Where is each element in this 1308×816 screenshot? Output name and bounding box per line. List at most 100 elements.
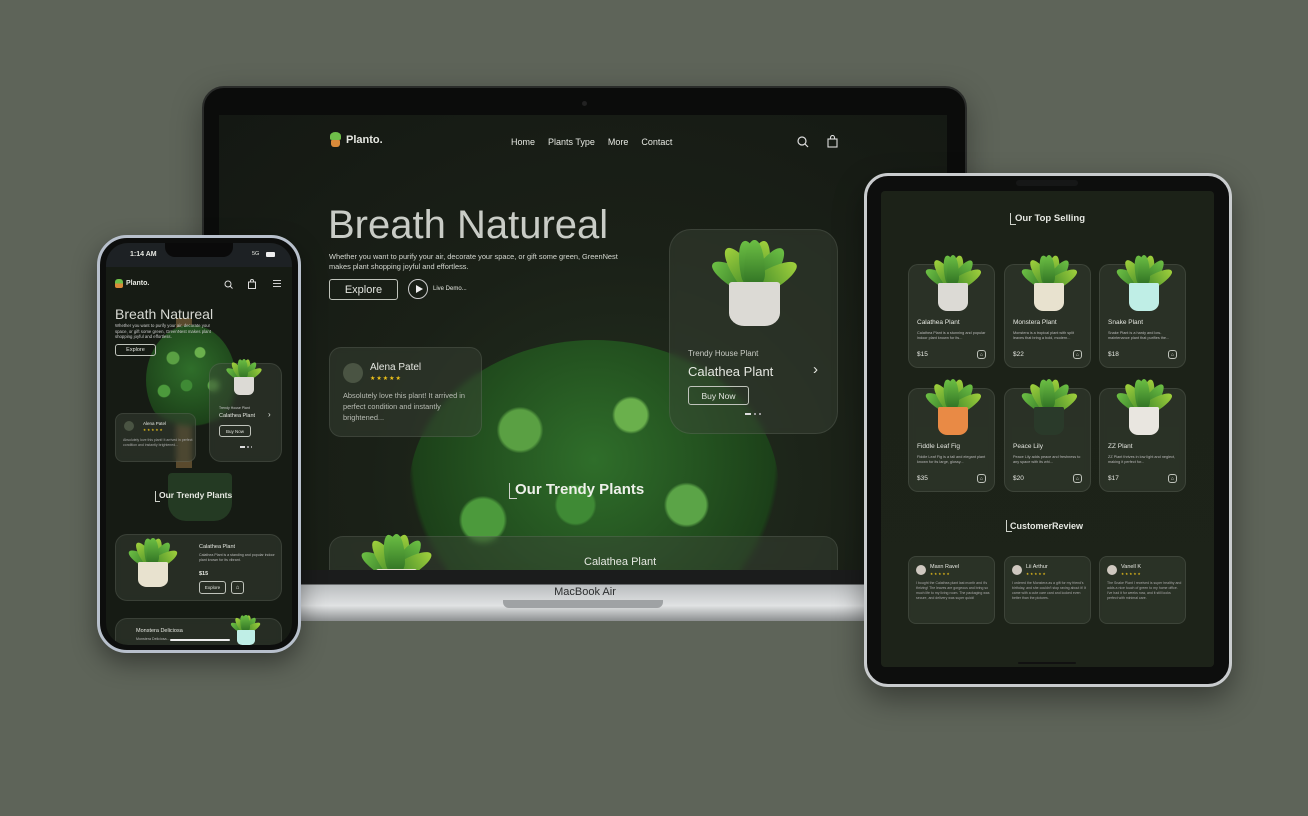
review-text: The Snake Plant I received is super heal… (1107, 581, 1182, 600)
review-card: Alena Patel ★★★★★ Absolutely love this p… (329, 347, 482, 437)
product-subtitle: Trendy House Plant (219, 406, 250, 410)
hero-description: Whether you want to purify your air, dec… (115, 323, 212, 340)
customer-review-title: CustomerReview (1010, 521, 1084, 531)
pot (1128, 282, 1160, 311)
carousel-dots[interactable] (745, 413, 761, 415)
plant-card-name: Calathea Plant (199, 544, 236, 550)
plant-logo-icon (115, 279, 123, 288)
network-indicator: 5G (252, 251, 260, 257)
buy-now-button[interactable]: Buy Now (688, 386, 749, 405)
product-image (1014, 360, 1084, 435)
hero-title: Breath Natureal (328, 203, 609, 247)
product-description: ZZ Plant thrives in low light and neglec… (1108, 455, 1176, 465)
cart-icon[interactable]: ⌂ (1168, 350, 1177, 359)
explore-button[interactable]: Explore (115, 344, 156, 356)
plant-card-price: $15 (199, 571, 209, 577)
live-demo-link[interactable]: Live Demo... (433, 286, 467, 292)
section-title: Our Trendy Plants (515, 481, 645, 498)
rating-stars: ★★★★★ (1026, 572, 1047, 576)
rating-stars: ★★★★★ (143, 428, 164, 432)
explore-button[interactable]: Explore (329, 279, 398, 300)
product-description: Peace Lily adds peace and freshness to a… (1013, 455, 1081, 465)
shopping-bag-icon[interactable] (248, 279, 256, 289)
snake-plant-image (226, 605, 266, 645)
tablet-screen: Our Top Selling Calathea Plant Calathea … (881, 191, 1214, 667)
monstera-plant-image (120, 521, 186, 587)
status-time: 1:14 AM (130, 251, 157, 258)
product-name: Calathea Plant (917, 319, 960, 326)
pot (1128, 406, 1160, 435)
cart-icon[interactable]: ⌂ (1168, 474, 1177, 483)
avatar (343, 363, 363, 383)
leaf (1137, 254, 1151, 287)
chevron-right-icon[interactable]: › (813, 361, 818, 378)
leaf (1137, 378, 1151, 411)
leaf (1042, 378, 1056, 411)
product-image (1109, 236, 1179, 311)
cart-icon[interactable]: ⌂ (231, 581, 244, 594)
shopping-bag-icon[interactable] (827, 135, 838, 148)
plant-logo-icon (329, 132, 342, 147)
review-text: Absolutely love this plant! It arrived i… (343, 391, 466, 422)
review-text: Absolutely love this plant! It arrived i… (123, 438, 193, 447)
phone-screen: 1:14 AM 5G Planto. Breath Natureal Wheth… (106, 243, 292, 645)
reviewer-name: Maxn Ravel (930, 564, 960, 570)
product-name: Calathea Plant (219, 413, 256, 419)
monstera-plant-image (349, 510, 444, 570)
logo[interactable]: Planto. (115, 279, 149, 288)
search-icon[interactable] (224, 280, 233, 289)
pot (1033, 282, 1065, 311)
section-title: Our Trendy Plants (159, 490, 233, 500)
pot (237, 629, 255, 645)
reviewer-name: Vanell K (1121, 564, 1142, 570)
product-name: Calathea Plant (688, 364, 774, 379)
rating-stars: ★★★★★ (930, 572, 951, 576)
chevron-right-icon[interactable]: › (268, 410, 271, 419)
pot (729, 282, 780, 326)
leaf (1042, 254, 1056, 287)
product-price: $22 (1013, 351, 1024, 358)
product-image (1014, 236, 1084, 311)
plant-card-name: Monstera Deliciosa (136, 628, 183, 634)
rating-stars: ★★★★★ (370, 376, 402, 382)
menu-icon[interactable] (273, 280, 281, 287)
avatar (1012, 565, 1022, 575)
home-indicator (1018, 662, 1076, 664)
leaf (946, 254, 960, 287)
reviewer-name: Alena Patel (143, 421, 167, 426)
nav-home[interactable]: Home (511, 137, 535, 147)
product-image (918, 360, 988, 435)
battery-icon (266, 252, 275, 257)
product-description: Calathea Plant is a stunning and popular… (917, 331, 986, 341)
cart-icon[interactable]: ⌂ (977, 350, 986, 359)
review-card: Vanell K ★★★★★ The Snake Plant I receive… (1099, 556, 1186, 624)
laptop-hinge (503, 600, 663, 608)
pot (937, 406, 969, 435)
product-image (1109, 360, 1179, 435)
avatar (124, 421, 134, 431)
nav-plants-type[interactable]: Plants Type (548, 137, 595, 147)
cart-icon[interactable]: ⌂ (1073, 350, 1082, 359)
nav-contact[interactable]: Contact (641, 137, 672, 147)
buy-now-button[interactable]: Buy Now (219, 425, 251, 437)
nav-more[interactable]: More (608, 137, 629, 147)
product-description: Snake Plant is a hardy and low-maintenan… (1108, 331, 1170, 341)
plant-card-name: Calathea Plant (584, 556, 657, 568)
cart-icon[interactable]: ⌂ (977, 474, 986, 483)
pot (234, 376, 254, 395)
rating-stars: ★★★★★ (1121, 572, 1142, 576)
pot (937, 282, 969, 311)
carousel-dots[interactable] (240, 446, 252, 448)
product-name: Monstera Plant (1013, 319, 1057, 326)
play-icon[interactable] (408, 279, 428, 299)
product-price: $20 (1013, 475, 1024, 482)
logo[interactable]: Planto. (329, 132, 383, 147)
product-price: $17 (1108, 475, 1119, 482)
reviewer-name: Alena Patel (370, 362, 422, 373)
plant-card-description: Monstera Deliciosa... (136, 637, 170, 641)
cart-icon[interactable]: ⌂ (1073, 474, 1082, 483)
explore-button[interactable]: Explore (199, 581, 226, 594)
product-description: Fiddle Leaf Fig is a tall and elegant pl… (917, 455, 986, 465)
search-icon[interactable] (797, 136, 809, 148)
review-text: I bought the Calathea plant last month a… (916, 581, 990, 600)
